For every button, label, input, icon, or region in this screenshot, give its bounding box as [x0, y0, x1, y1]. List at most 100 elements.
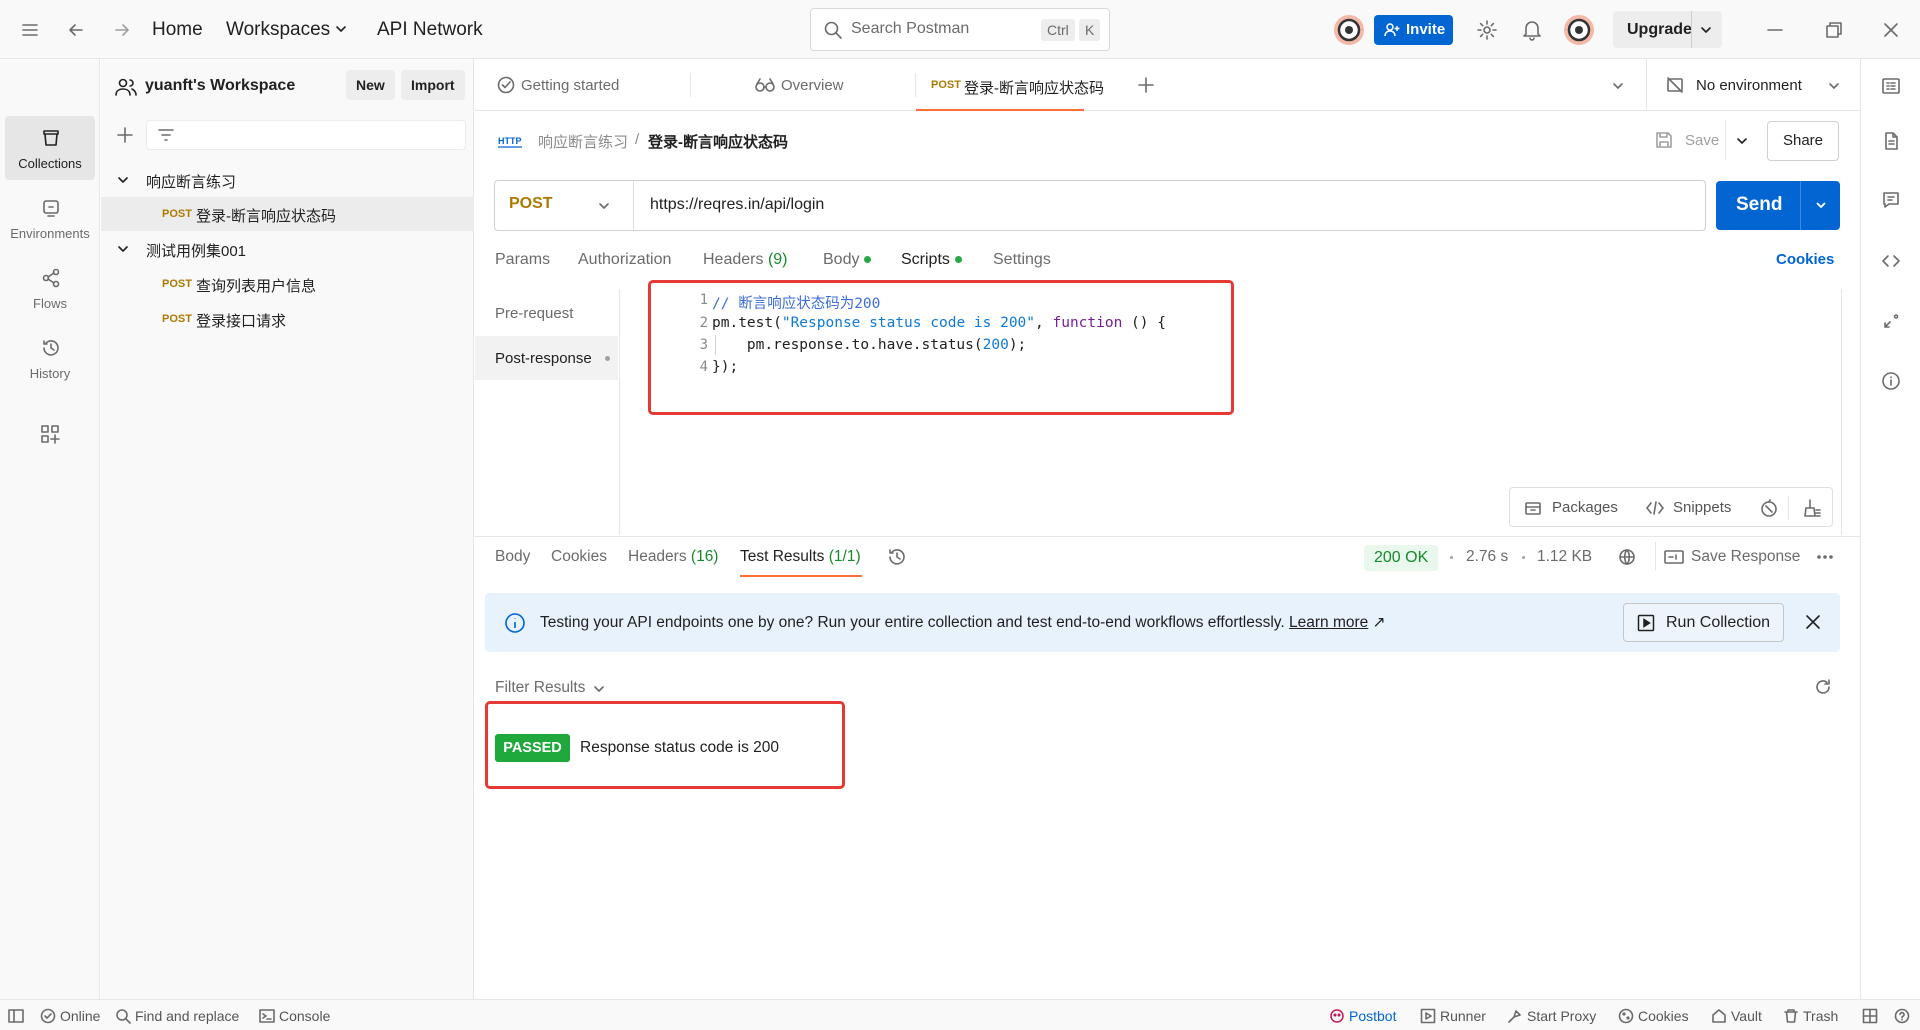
- back-arrow-icon[interactable]: [66, 20, 86, 40]
- chevron-down-icon[interactable]: [1611, 79, 1625, 93]
- environment-select[interactable]: No environment: [1696, 77, 1802, 94]
- menu-icon[interactable]: [20, 20, 40, 40]
- start-proxy-button[interactable]: Start Proxy: [1527, 1008, 1596, 1024]
- chevron-down-icon[interactable]: [1735, 134, 1749, 148]
- tab-body[interactable]: Body: [823, 251, 872, 269]
- filter-results-dropdown[interactable]: Filter Results: [495, 679, 585, 697]
- nav-home[interactable]: Home: [152, 19, 203, 41]
- run-collection-button[interactable]: Run Collection: [1623, 603, 1784, 642]
- learn-more-link[interactable]: Learn more: [1289, 614, 1368, 631]
- minimize-icon[interactable]: [1765, 20, 1785, 40]
- import-button[interactable]: Import: [401, 70, 465, 100]
- breadcrumb-parent[interactable]: 响应断言练习: [538, 131, 628, 152]
- tab-active-request[interactable]: POST 登录-断言响应状态码: [916, 59, 1104, 111]
- script-post-response[interactable]: Post-response: [475, 336, 618, 380]
- chevron-down-icon[interactable]: [1827, 79, 1841, 93]
- chevron-down-icon[interactable]: [117, 174, 129, 186]
- response-tab-headers[interactable]: Headers (16): [628, 548, 718, 566]
- chevron-down-icon[interactable]: [1814, 198, 1828, 212]
- vault-button[interactable]: Vault: [1731, 1008, 1762, 1024]
- add-icon[interactable]: [116, 126, 134, 144]
- response-time[interactable]: 2.76 s: [1466, 548, 1508, 566]
- add-widget-icon[interactable]: [40, 424, 60, 444]
- profile-avatar[interactable]: [1563, 14, 1595, 46]
- send-button[interactable]: Send: [1716, 181, 1840, 230]
- forward-arrow-icon[interactable]: [112, 20, 132, 40]
- chevron-down-icon[interactable]: [334, 22, 348, 36]
- new-button[interactable]: New: [346, 70, 395, 100]
- cookies-link[interactable]: Cookies: [1776, 251, 1834, 268]
- runner-button[interactable]: Runner: [1440, 1008, 1486, 1024]
- tab-params[interactable]: Params: [495, 251, 550, 269]
- share-button[interactable]: Share: [1767, 121, 1839, 161]
- tree-request[interactable]: POST 查询列表用户信息: [101, 267, 474, 301]
- response-tab-body[interactable]: Body: [495, 548, 530, 566]
- cookies-button[interactable]: Cookies: [1638, 1008, 1689, 1024]
- online-status[interactable]: Online: [60, 1008, 100, 1024]
- gear-icon[interactable]: [1476, 19, 1498, 41]
- response-tab-cookies[interactable]: Cookies: [551, 548, 607, 566]
- tab-getting-started[interactable]: Getting started: [497, 59, 657, 111]
- workspace-title[interactable]: yuanft's Workspace: [145, 77, 295, 95]
- url-input[interactable]: https://reqres.in/api/login: [650, 196, 824, 214]
- tab-authorization[interactable]: Authorization: [578, 251, 671, 269]
- snippets-button[interactable]: Snippets: [1673, 499, 1731, 516]
- response-size[interactable]: 1.12 KB: [1537, 548, 1592, 566]
- tab-settings[interactable]: Settings: [993, 251, 1051, 269]
- rail-collections[interactable]: Collections: [5, 116, 95, 180]
- related-collections-icon[interactable]: [1881, 311, 1901, 331]
- ai-assist-icon[interactable]: [1759, 498, 1779, 518]
- code-icon[interactable]: [1881, 251, 1901, 271]
- response-tab-test-results[interactable]: Test Results (1/1): [740, 548, 861, 566]
- info-icon[interactable]: [1881, 371, 1901, 391]
- bell-icon[interactable]: [1522, 19, 1542, 41]
- upgrade-button[interactable]: Upgrade: [1613, 11, 1722, 48]
- new-tab-icon[interactable]: [1137, 76, 1155, 94]
- layout-icon[interactable]: [1862, 1008, 1878, 1024]
- history-icon[interactable]: [887, 547, 907, 567]
- chevron-down-icon[interactable]: [592, 682, 606, 696]
- tree-request[interactable]: POST 登录接口请求: [101, 302, 474, 336]
- find-replace-button[interactable]: Find and replace: [135, 1008, 239, 1024]
- tab-headers[interactable]: Headers (9): [703, 251, 788, 269]
- rail-environments[interactable]: Environments: [5, 186, 95, 250]
- invite-button[interactable]: Invite: [1374, 15, 1453, 45]
- nav-api-network[interactable]: API Network: [377, 19, 483, 41]
- tree-folder[interactable]: 测试用例集001: [101, 232, 474, 266]
- postbot-button[interactable]: Postbot: [1349, 1008, 1396, 1024]
- console-button[interactable]: Console: [279, 1008, 330, 1024]
- rail-flows[interactable]: Flows: [5, 256, 95, 320]
- chevron-down-icon[interactable]: [1699, 23, 1713, 37]
- tab-scripts[interactable]: Scripts: [901, 251, 962, 269]
- environment-quicklook-icon[interactable]: [1881, 76, 1901, 96]
- script-pre-request[interactable]: Pre-request: [475, 291, 618, 335]
- tab-overview[interactable]: Overview: [755, 59, 875, 111]
- packages-button[interactable]: Packages: [1552, 499, 1618, 516]
- rail-history[interactable]: History: [5, 326, 95, 390]
- network-icon[interactable]: [1618, 547, 1638, 567]
- breadcrumb-current[interactable]: 登录-断言响应状态码: [648, 131, 788, 152]
- save-button[interactable]: Save: [1685, 132, 1719, 149]
- help-icon[interactable]: [1894, 1008, 1910, 1024]
- status-badge[interactable]: 200 OK: [1364, 545, 1439, 571]
- chevron-down-icon[interactable]: [597, 199, 611, 213]
- refresh-icon[interactable]: [1813, 677, 1833, 697]
- save-response-button[interactable]: Save Response: [1691, 548, 1800, 566]
- more-options-icon[interactable]: [1815, 548, 1835, 566]
- close-icon[interactable]: [1881, 20, 1901, 40]
- filter-input[interactable]: [146, 120, 466, 150]
- trash-button[interactable]: Trash: [1803, 1008, 1838, 1024]
- method-select[interactable]: POST: [509, 195, 553, 213]
- toggle-sidebar-icon[interactable]: [8, 1008, 24, 1024]
- broom-icon[interactable]: [1802, 498, 1822, 518]
- avatar[interactable]: [1333, 14, 1365, 46]
- chevron-down-icon[interactable]: [117, 243, 129, 255]
- nav-workspaces[interactable]: Workspaces: [226, 19, 330, 41]
- close-icon[interactable]: [1804, 613, 1822, 631]
- restore-icon[interactable]: [1824, 20, 1844, 40]
- tree-request[interactable]: POST 登录-断言响应状态码: [101, 197, 474, 231]
- search-input[interactable]: Search Postman Ctrl K: [810, 8, 1110, 51]
- comments-icon[interactable]: [1881, 190, 1901, 210]
- tree-folder[interactable]: 响应断言练习: [101, 163, 474, 197]
- documentation-icon[interactable]: [1881, 131, 1901, 151]
